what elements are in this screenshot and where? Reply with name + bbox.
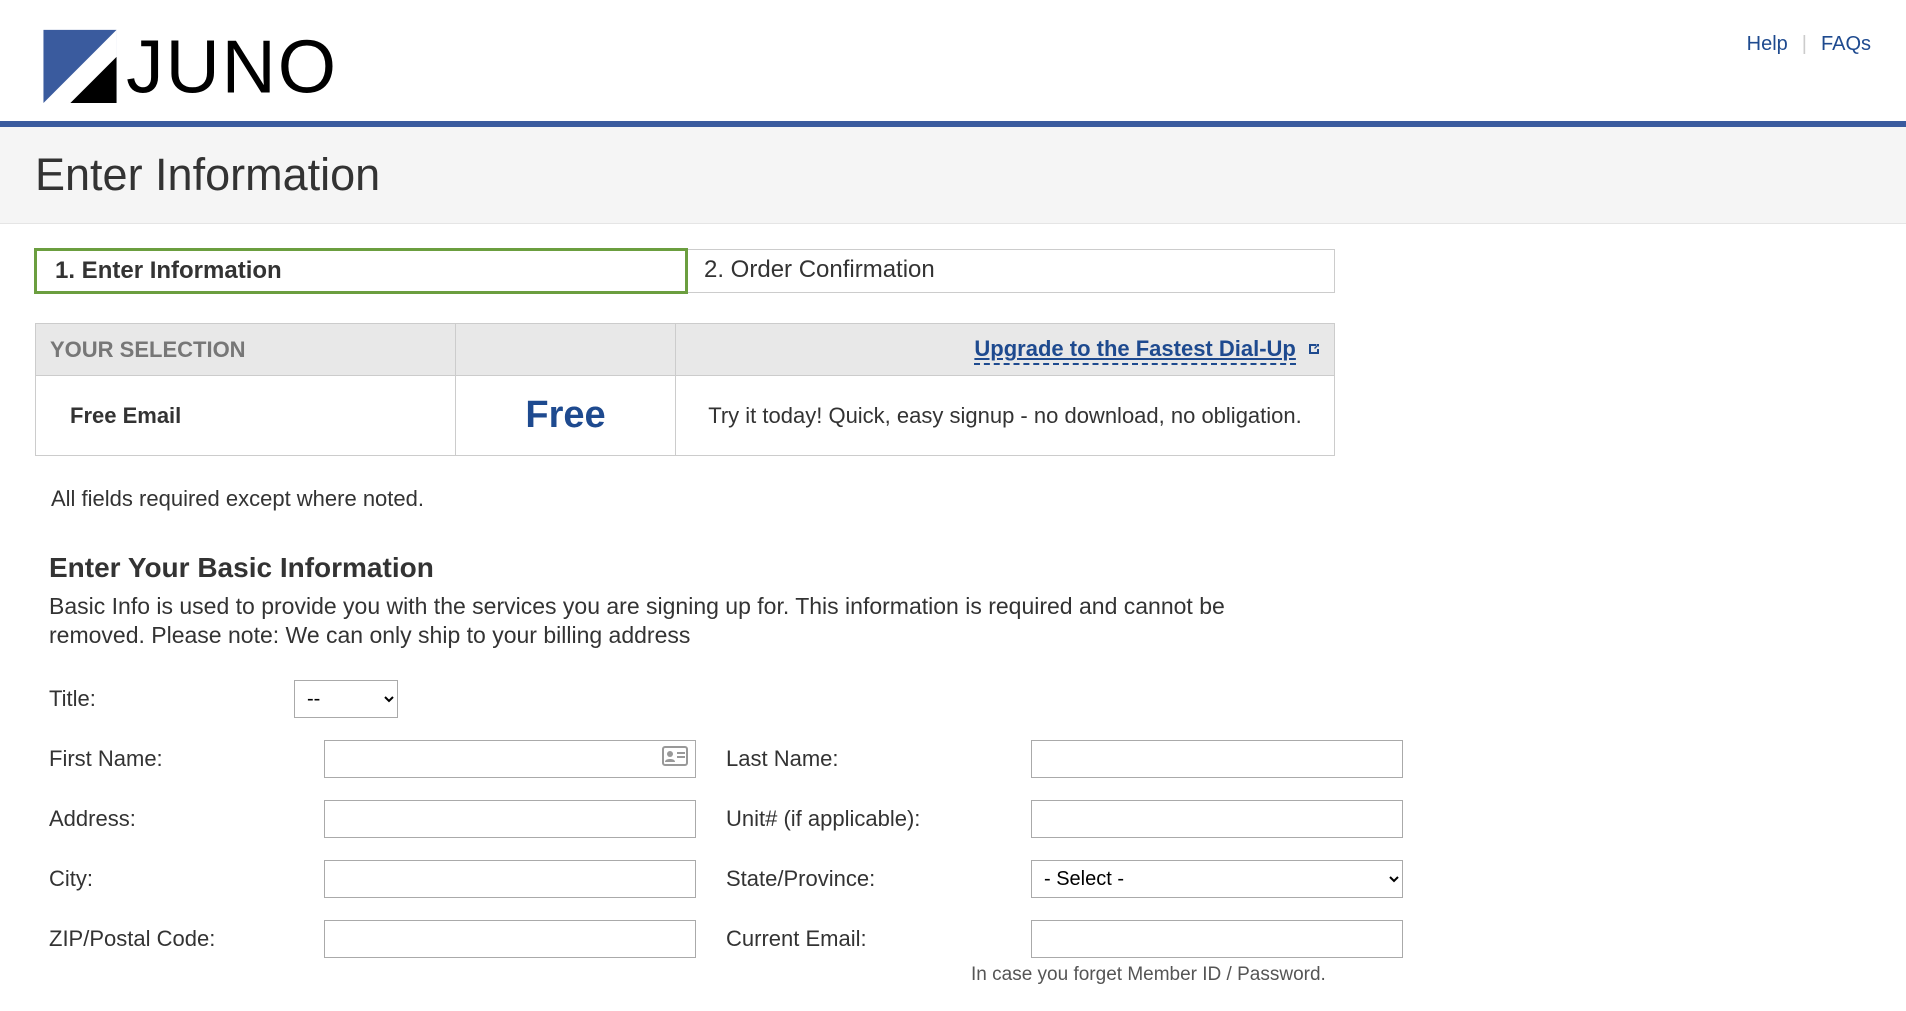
title-select[interactable]: --: [294, 680, 398, 718]
faqs-link[interactable]: FAQs: [1821, 33, 1871, 56]
email-hint: In case you forget Member ID / Password.: [971, 964, 1403, 986]
external-link-icon: [1306, 337, 1322, 363]
selection-header: YOUR SELECTION: [36, 324, 456, 376]
city-input[interactable]: [324, 860, 696, 898]
contact-card-icon: [662, 746, 688, 772]
address-input[interactable]: [324, 800, 696, 838]
page-title: Enter Information: [35, 149, 1871, 201]
last-name-label: Last Name:: [726, 746, 1001, 772]
state-select[interactable]: - Select -: [1031, 860, 1403, 898]
basic-info-description: Basic Info is used to provide you with t…: [49, 592, 1305, 650]
selection-product: Free Email: [36, 376, 456, 456]
header: JUNO Help | FAQs: [0, 0, 1906, 127]
selection-price: Free: [456, 376, 676, 456]
last-name-input[interactable]: [1031, 740, 1403, 778]
unit-label: Unit# (if applicable):: [726, 806, 1001, 832]
help-link[interactable]: Help: [1747, 33, 1788, 56]
upgrade-link[interactable]: Upgrade to the Fastest Dial-Up: [974, 336, 1295, 365]
city-label: City:: [49, 866, 294, 892]
email-input[interactable]: [1031, 920, 1403, 958]
zip-label: ZIP/Postal Code:: [49, 926, 294, 952]
basic-info-title: Enter Your Basic Information: [49, 552, 1305, 584]
content: 1. Enter Information 2. Order Confirmati…: [0, 224, 1340, 1011]
upgrade-cell: Upgrade to the Fastest Dial-Up: [676, 324, 1335, 376]
separator: |: [1802, 33, 1807, 56]
selection-header-empty: [456, 324, 676, 376]
logo: JUNO: [35, 28, 375, 103]
unit-input[interactable]: [1031, 800, 1403, 838]
step-enter-information: 1. Enter Information: [34, 248, 688, 294]
header-links: Help | FAQs: [1747, 28, 1871, 56]
zip-input[interactable]: [324, 920, 696, 958]
first-name-input[interactable]: [324, 740, 696, 778]
first-name-label: First Name:: [49, 746, 294, 772]
juno-logo-icon: JUNO: [35, 28, 375, 103]
basic-info-form: Title: -- First Name: Last Name: Address…: [49, 680, 1305, 986]
selection-table: YOUR SELECTION Upgrade to the Fastest Di…: [35, 323, 1335, 456]
state-label: State/Province:: [726, 866, 1001, 892]
required-note: All fields required except where noted.: [51, 486, 1305, 512]
title-bar: Enter Information: [0, 127, 1906, 224]
svg-text:JUNO: JUNO: [126, 28, 338, 103]
address-label: Address:: [49, 806, 294, 832]
selection-description: Try it today! Quick, easy signup - no do…: [676, 376, 1335, 456]
email-label: Current Email:: [726, 926, 1001, 952]
steps-nav: 1. Enter Information 2. Order Confirmati…: [35, 249, 1335, 293]
title-label: Title:: [49, 686, 274, 712]
step-order-confirmation: 2. Order Confirmation: [686, 250, 1334, 292]
